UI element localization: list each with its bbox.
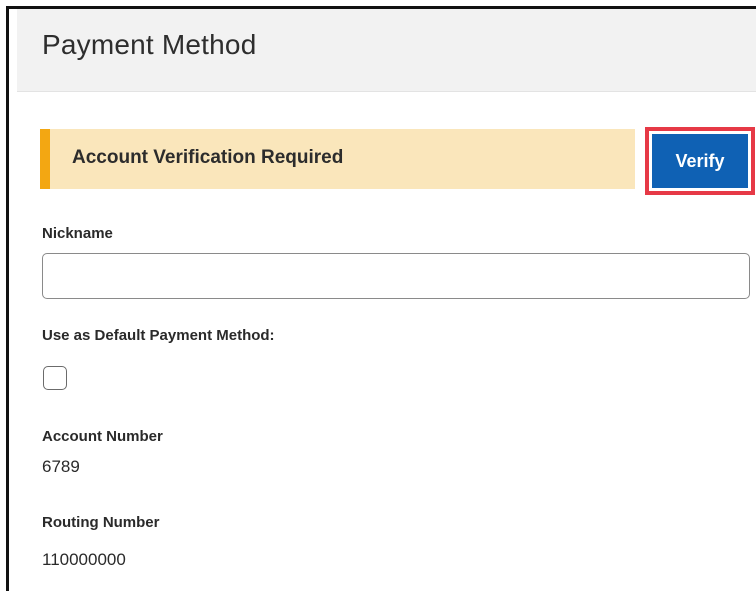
nickname-label: Nickname xyxy=(42,225,113,242)
routing-number-label: Routing Number xyxy=(42,514,160,531)
routing-number-value: 110000000 xyxy=(42,550,126,569)
verify-button[interactable]: Verify xyxy=(652,134,748,188)
alert-message: Account Verification Required xyxy=(72,147,344,168)
account-number-value: 6789 xyxy=(42,457,80,476)
page-title: Payment Method xyxy=(42,29,257,60)
nickname-input[interactable] xyxy=(42,253,750,299)
payment-method-panel: Payment Method Account Verification Requ… xyxy=(6,6,756,591)
default-payment-label: Use as Default Payment Method: xyxy=(42,327,275,344)
default-payment-checkbox[interactable] xyxy=(43,366,67,390)
verify-button-highlight: Verify xyxy=(645,127,755,195)
account-number-label: Account Number xyxy=(42,428,163,445)
verification-alert: Account Verification Required xyxy=(40,129,635,189)
panel-header: Payment Method xyxy=(17,9,756,92)
